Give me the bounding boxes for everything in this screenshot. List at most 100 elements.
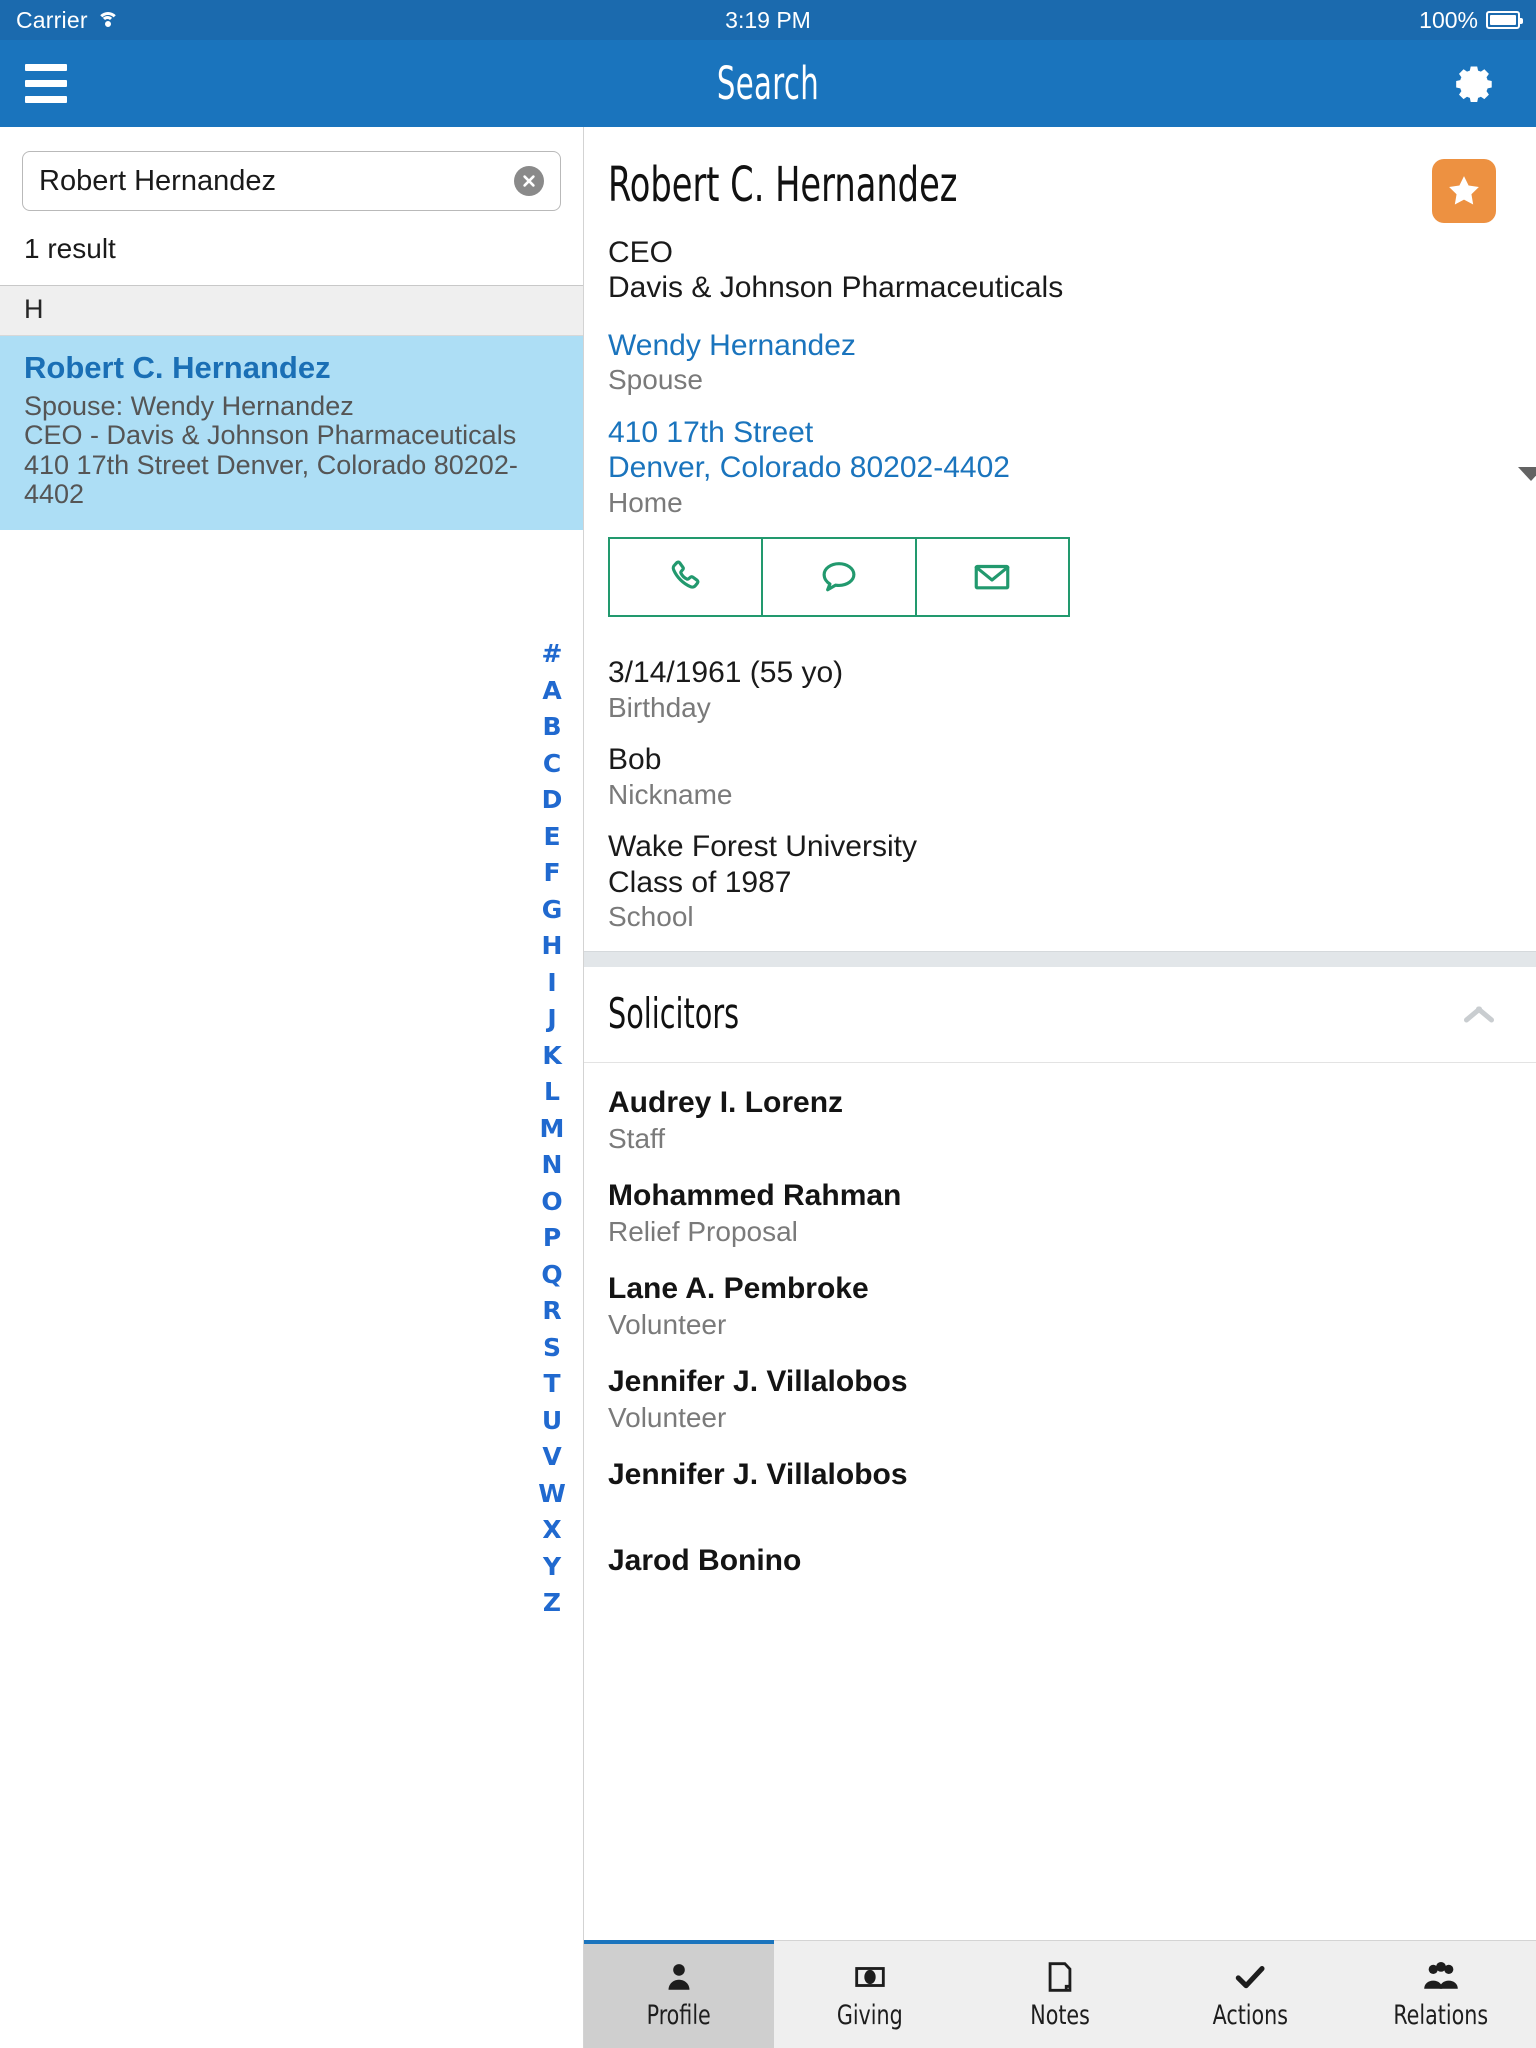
search-input[interactable] (39, 164, 514, 198)
chevron-up-icon[interactable] (1462, 1004, 1496, 1024)
alpha-index-g[interactable]: G (542, 892, 563, 929)
section-divider (584, 951, 1536, 968)
school-value-line-2: Class of 1987 (608, 865, 792, 899)
detail-fields-secondary: 3/14/1961 (55 yo) Birthday Bob Nickname … (584, 643, 1536, 933)
note-page-icon (1043, 1958, 1077, 1996)
alpha-index-m[interactable]: M (540, 1111, 565, 1148)
school-field: Wake Forest University Class of 1987 Sch… (608, 829, 1512, 933)
address-line-1[interactable]: 410 17th Street (608, 415, 1512, 450)
alpha-index-y[interactable]: Y (543, 1549, 561, 1586)
alpha-index-s[interactable]: S (543, 1330, 561, 1367)
alpha-index-r[interactable]: R (542, 1293, 561, 1330)
list-item[interactable]: Robert C. Hernandez Spouse: Wendy Hernan… (0, 336, 583, 530)
alphabet-index[interactable]: # A B C D E F G H I J K L M N O P Q R S T U V W X Y Z (531, 636, 573, 1622)
tab-actions[interactable]: Actions (1155, 1941, 1345, 2048)
nickname-label: Nickname (608, 778, 733, 810)
gear-icon[interactable] (1446, 58, 1498, 110)
favorite-star-button[interactable] (1432, 159, 1496, 223)
alpha-index-w[interactable]: W (538, 1476, 566, 1513)
solicitor-name: Mohammed Rahman (608, 1179, 902, 1213)
alpha-index-t[interactable]: T (543, 1366, 560, 1403)
list-item[interactable]: Lane A. Pembroke Volunteer (608, 1271, 1512, 1342)
solicitor-name: Lane A. Pembroke (608, 1272, 869, 1306)
results-list: Robert C. Hernandez Spouse: Wendy Hernan… (0, 336, 583, 2048)
solicitor-name: Jennifer J. Villalobos (608, 1365, 908, 1399)
alpha-index-v[interactable]: V (542, 1439, 561, 1476)
alpha-index-l[interactable]: L (544, 1074, 560, 1111)
birthday-field: 3/14/1961 (55 yo) Birthday (608, 655, 1512, 724)
alpha-index-k[interactable]: K (542, 1038, 561, 1075)
solicitor-role: Volunteer (608, 1309, 727, 1341)
search-field-wrapper (0, 127, 583, 211)
solicitor-role: Staff (608, 1123, 666, 1155)
hamburger-menu-icon[interactable] (0, 64, 92, 103)
list-item[interactable]: Mohammed Rahman Relief Proposal (608, 1178, 1512, 1249)
tab-relations[interactable]: Relations (1346, 1941, 1536, 2048)
checkmark-icon (1232, 1958, 1268, 1996)
battery-icon (1486, 11, 1523, 29)
people-icon (1422, 1958, 1460, 1996)
money-icon (853, 1958, 887, 1996)
list-item[interactable]: Jennifer J. Villalobos Volunteer (608, 1364, 1512, 1435)
main-content: 1 result H Robert C. Hernandez Spouse: W… (0, 127, 1536, 2048)
alpha-index-q[interactable]: Q (541, 1257, 562, 1294)
alpha-index-c[interactable]: C (543, 746, 561, 783)
alpha-index-d[interactable]: D (542, 782, 563, 819)
alpha-index-p[interactable]: P (543, 1220, 561, 1257)
clear-circle-x-icon[interactable] (514, 166, 544, 196)
address-line-2[interactable]: Denver, Colorado 80202-4402 (608, 450, 1512, 485)
search-pane: 1 result H Robert C. Hernandez Spouse: W… (0, 127, 584, 2048)
list-item[interactable]: Audrey I. Lorenz Staff (608, 1085, 1512, 1156)
alpha-index-j[interactable]: J (547, 1001, 556, 1038)
tab-label: Actions (1212, 2000, 1289, 2031)
address-field: 410 17th Street Denver, Colorado 80202-4… (608, 415, 1536, 519)
email-button[interactable] (916, 537, 1070, 618)
result-count-label: 1 result (24, 233, 116, 264)
solicitor-role (608, 1579, 1512, 1607)
solicitors-section-header[interactable]: Solicitors (584, 967, 1536, 1064)
school-value-line-1: Wake Forest University (608, 830, 917, 864)
alpha-index-h[interactable]: H (542, 928, 563, 965)
spouse-label: Spouse (608, 364, 703, 396)
tab-profile[interactable]: Profile (584, 1940, 775, 2048)
result-address: 410 17th Street Denver, Colorado 80202-4… (24, 449, 518, 510)
organization: Davis & Johnson Pharmaceuticals (608, 271, 1064, 305)
detail-fields: CEO Davis & Johnson Pharmaceuticals Wend… (584, 223, 1536, 519)
chevron-down-icon[interactable] (1518, 466, 1536, 481)
alpha-index-b[interactable]: B (542, 709, 561, 746)
call-button[interactable] (608, 537, 764, 618)
list-item[interactable]: Jennifer J. Villalobos (608, 1457, 1512, 1521)
list-item[interactable]: Jarod Bonino (608, 1543, 1512, 1607)
message-button[interactable] (763, 537, 917, 618)
alpha-index-z[interactable]: Z (543, 1585, 561, 1622)
alpha-index-f[interactable]: F (543, 855, 560, 892)
alpha-index-o[interactable]: O (541, 1184, 562, 1221)
solicitor-name: Audrey I. Lorenz (608, 1086, 844, 1120)
tab-giving[interactable]: Giving (774, 1941, 964, 2048)
alpha-index-n[interactable]: N (542, 1147, 563, 1184)
status-bar: Carrier 3:19 PM 100% (0, 0, 1536, 40)
alpha-index-a[interactable]: A (542, 673, 561, 710)
solicitors-list: Audrey I. Lorenz Staff Mohammed Rahman Reli… (584, 1063, 1536, 1639)
tab-notes[interactable]: Notes (965, 1941, 1155, 2048)
alpha-index-e[interactable]: E (543, 819, 560, 856)
result-name: Robert C. Hernandez (24, 350, 331, 385)
person-name: Robert C. Hernandez (608, 157, 958, 213)
search-field[interactable] (22, 151, 561, 211)
alpha-index-x[interactable]: X (542, 1512, 561, 1549)
phone-icon (671, 560, 700, 589)
spouse-link[interactable]: Wendy Hernandez (608, 328, 1512, 363)
alpha-index-i[interactable]: I (547, 965, 556, 1002)
birthday-value: 3/14/1961 (55 yo) (608, 656, 844, 690)
solicitor-role (608, 1493, 1512, 1521)
solicitor-role: Relief Proposal (608, 1216, 798, 1248)
navigation-bar: Search (0, 40, 1536, 127)
alpha-index-u[interactable]: U (542, 1403, 562, 1440)
solicitor-name: Jennifer J. Villalobos (608, 1458, 908, 1492)
alpha-index-hash[interactable]: # (542, 636, 563, 673)
envelope-icon (974, 565, 1010, 590)
star-icon (1449, 176, 1479, 205)
tab-label: Notes (1030, 2000, 1090, 2031)
result-spouse: Spouse: Wendy Hernandez (24, 391, 354, 421)
app-root: Carrier 3:19 PM 100% Search Robert Herna… (0, 0, 1536, 2048)
